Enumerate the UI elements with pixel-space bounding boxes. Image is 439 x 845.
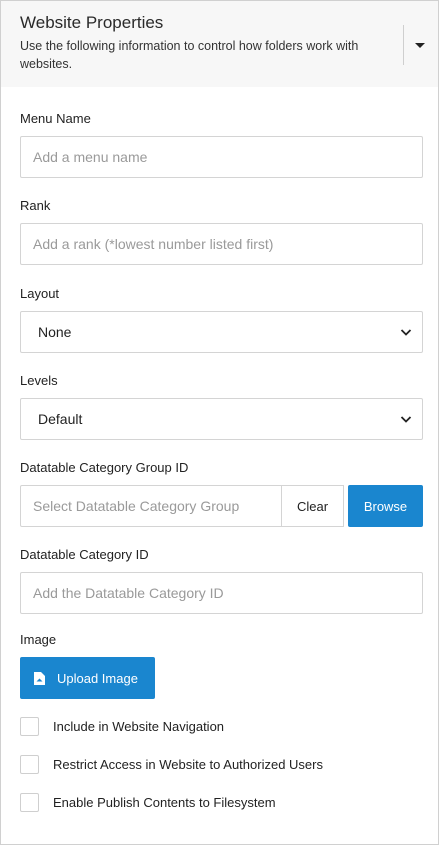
upload-image-label: Upload Image	[57, 670, 138, 686]
levels-label: Levels	[20, 373, 58, 388]
category-id-label: Datatable Category ID	[20, 547, 149, 562]
image-label: Image	[20, 632, 57, 647]
restrict-access-row: Restrict Access in Website to Authorized…	[20, 754, 323, 774]
publish-filesystem-label: Enable Publish Contents to Filesystem	[53, 794, 276, 810]
chevron-down-icon	[400, 416, 412, 423]
rank-input[interactable]	[20, 223, 423, 265]
levels-select[interactable]: Default	[20, 398, 423, 440]
upload-image-button[interactable]: Upload Image	[20, 657, 155, 699]
rank-label: Rank	[20, 198, 51, 213]
include-navigation-row: Include in Website Navigation	[20, 716, 224, 736]
publish-filesystem-checkbox[interactable]	[20, 792, 39, 812]
chevron-down-icon	[400, 329, 412, 336]
category-id-input[interactable]	[20, 572, 423, 614]
panel-description: Use the following information to control…	[20, 39, 359, 71]
menu-name-input[interactable]	[20, 136, 423, 178]
file-icon	[34, 671, 45, 685]
category-group-label: Datatable Category Group ID	[20, 460, 189, 475]
restrict-access-checkbox[interactable]	[20, 754, 39, 774]
website-properties-panel: Website Properties Use the following inf…	[0, 0, 439, 845]
layout-label: Layout	[20, 286, 60, 301]
layout-select[interactable]: None	[20, 311, 423, 353]
restrict-access-label: Restrict Access in Website to Authorized…	[53, 756, 323, 772]
levels-selected-value: Default	[38, 411, 83, 427]
menu-name-label: Menu Name	[20, 111, 91, 126]
browse-button[interactable]: Browse	[348, 485, 423, 527]
category-group-input[interactable]	[20, 485, 282, 527]
collapse-toggle-button[interactable]	[409, 31, 431, 59]
panel-title: Website Properties	[20, 13, 164, 32]
publish-filesystem-row: Enable Publish Contents to Filesystem	[20, 792, 276, 812]
include-navigation-checkbox[interactable]	[20, 716, 39, 736]
panel-header: Website Properties Use the following inf…	[1, 1, 438, 87]
include-navigation-label: Include in Website Navigation	[53, 718, 225, 734]
layout-selected-value: None	[38, 324, 72, 340]
clear-button[interactable]: Clear	[282, 485, 344, 527]
caret-down-icon	[415, 42, 425, 48]
header-divider	[403, 25, 404, 65]
